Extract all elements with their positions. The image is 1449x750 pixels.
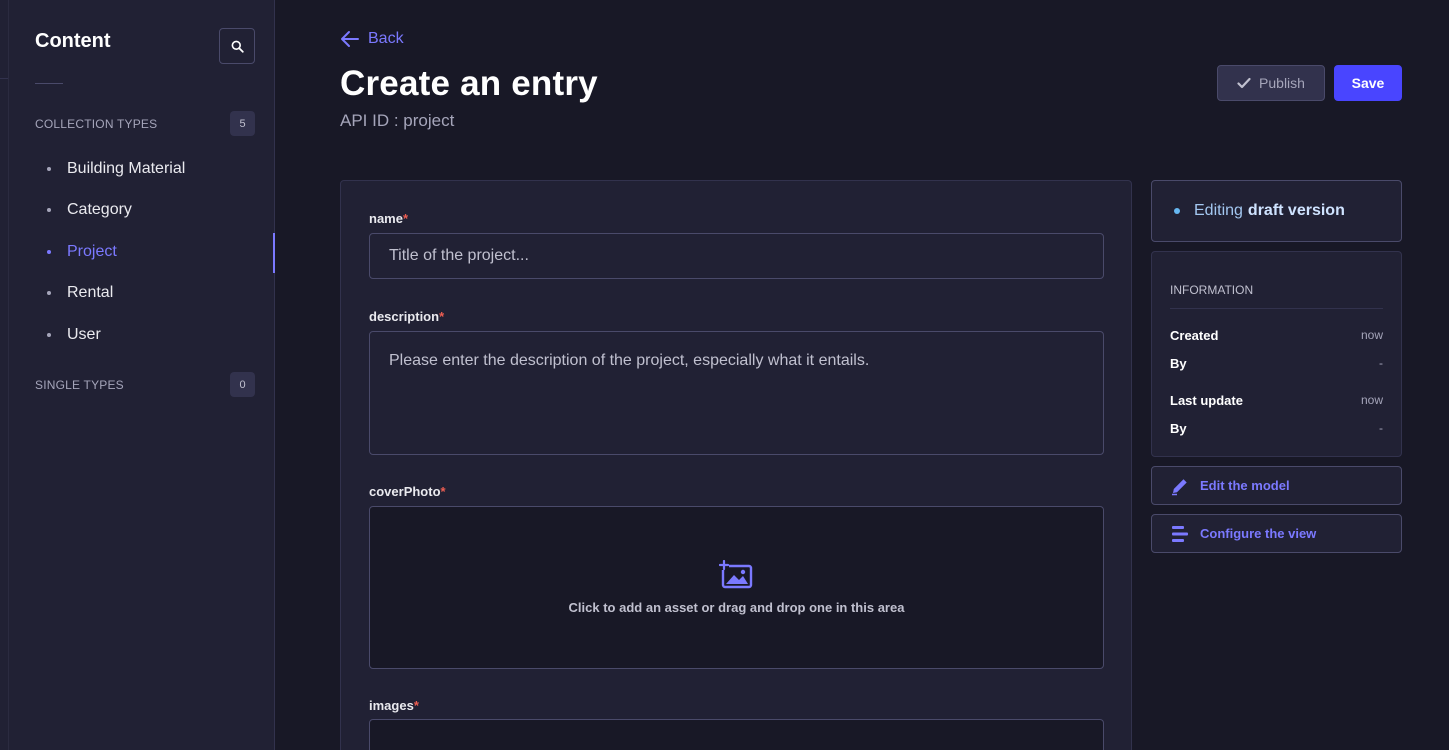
sidebar-item-label: Project [67, 242, 117, 260]
configure-view-button[interactable]: Configure the view [1151, 514, 1402, 553]
bullet-icon [47, 166, 51, 171]
created-row: Created now [1170, 328, 1383, 343]
images-dropzone[interactable] [369, 719, 1104, 750]
cover-photo-dropzone[interactable]: Click to add an asset or drag and drop o… [369, 506, 1104, 669]
required-marker: * [440, 484, 446, 499]
required-marker: * [439, 309, 445, 324]
sidebar-item-rental[interactable]: Rental [47, 273, 275, 315]
sidebar-title-divider [35, 83, 63, 84]
description-label: description* [369, 309, 444, 324]
sidebar-title: Content [35, 30, 111, 52]
created-value: now [1360, 328, 1383, 342]
dropzone-text: Click to add an asset or drag and drop o… [568, 600, 905, 615]
save-button[interactable]: Save [1334, 65, 1402, 101]
configure-view-label: Configure the view [1200, 526, 1317, 541]
last-update-row: Last update now [1170, 393, 1383, 408]
edit-model-label: Edit the model [1200, 478, 1290, 493]
sidebar-search-button[interactable] [219, 28, 255, 64]
add-image-icon [718, 560, 752, 589]
name-label-text: name [369, 211, 403, 226]
bullet-icon [47, 208, 51, 213]
name-label: name* [369, 211, 408, 226]
sidebar-item-label: User [67, 325, 101, 343]
draft-status-panel: Editing draft version [1151, 180, 1402, 242]
status-dot-icon [1174, 208, 1180, 214]
pencil-icon [1172, 478, 1187, 495]
back-link[interactable]: Back [340, 30, 404, 48]
collection-types-heading: COLLECTION TYPES [35, 117, 158, 131]
collection-types-count: 5 [230, 111, 255, 136]
created-by-value: - [1379, 356, 1383, 370]
sidebar-item-building-material[interactable]: Building Material [47, 148, 275, 190]
created-by-row: By - [1170, 356, 1383, 371]
images-label-text: images [369, 698, 414, 713]
layout-list-icon [1172, 525, 1188, 542]
information-title: INFORMATION [1170, 283, 1254, 297]
information-divider [1170, 308, 1383, 309]
publish-button[interactable]: Publish [1217, 65, 1325, 101]
entry-form: name* description* coverPhoto* Click to … [340, 180, 1132, 750]
left-rail [0, 0, 9, 750]
page-title: Create an entry [340, 64, 598, 103]
updated-by-label: By [1170, 421, 1187, 436]
bullet-icon [47, 332, 51, 337]
name-input[interactable] [369, 233, 1104, 279]
edit-model-button[interactable]: Edit the model [1151, 466, 1402, 505]
sidebar-item-category[interactable]: Category [47, 190, 275, 232]
sidebar-item-label: Rental [67, 284, 114, 302]
bullet-icon [47, 291, 51, 296]
required-marker: * [413, 698, 419, 713]
publish-label: Publish [1259, 75, 1305, 91]
created-by-label: By [1170, 356, 1187, 371]
updated-by-row: By - [1170, 421, 1383, 436]
content-sidebar: Content COLLECTION TYPES 5 Building Mate… [9, 0, 275, 750]
bullet-icon [47, 249, 51, 254]
collection-types-list: Building Material Category Project Renta… [47, 148, 275, 356]
api-id-subtitle: API ID : project [340, 111, 455, 130]
required-marker: * [402, 211, 409, 226]
cover-photo-label-text: coverPhoto [369, 484, 441, 499]
single-types-heading: SINGLE TYPES [35, 378, 124, 392]
images-label: images* [369, 698, 419, 713]
description-textarea[interactable] [369, 331, 1104, 455]
sidebar-item-label: Building Material [67, 159, 186, 177]
last-update-value: now [1360, 393, 1383, 407]
created-label: Created [1170, 328, 1219, 343]
sidebar-item-user[interactable]: User [47, 314, 275, 356]
single-types-count: 0 [230, 372, 255, 397]
updated-by-value: - [1379, 421, 1383, 435]
status-bold: draft version [1247, 202, 1345, 219]
rail-divider [0, 78, 8, 79]
cover-photo-label: coverPhoto* [369, 484, 446, 499]
description-label-text: description [369, 309, 440, 324]
last-update-label: Last update [1170, 393, 1243, 408]
check-icon [1237, 77, 1251, 89]
sidebar-item-project[interactable]: Project [47, 231, 275, 273]
back-label: Back [368, 30, 404, 47]
search-icon [231, 40, 244, 53]
sidebar-item-label: Category [67, 201, 132, 219]
status-prefix: Editing [1194, 202, 1243, 219]
arrow-left-icon [341, 31, 359, 47]
information-panel: INFORMATION Created now By - Last update… [1151, 251, 1402, 457]
